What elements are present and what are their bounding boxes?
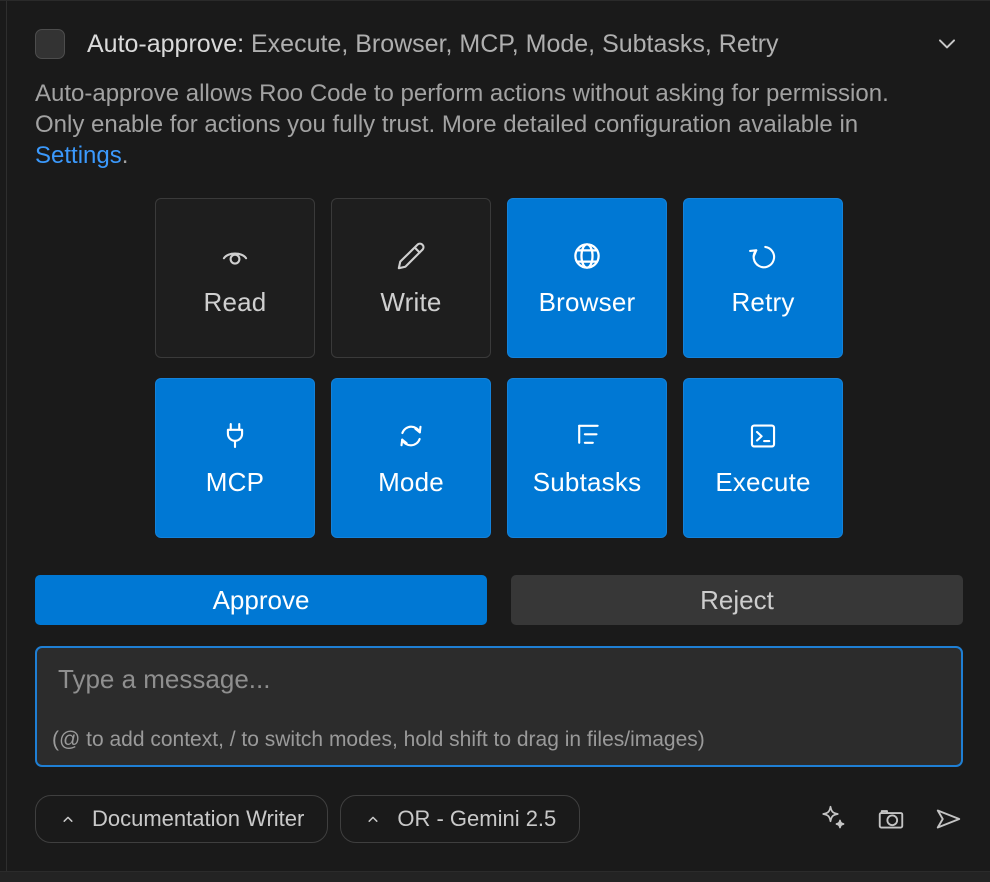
auto-approve-header[interactable]: Auto-approve: Execute, Browser, MCP, Mod… <box>35 29 963 59</box>
model-selector-label: OR - Gemini 2.5 <box>397 806 556 832</box>
auto-approve-summary: Execute, Browser, MCP, Mode, Subtasks, R… <box>244 30 778 58</box>
toggle-label: Execute <box>715 467 810 498</box>
toggle-label: Mode <box>378 467 444 498</box>
auto-approve-toggle-grid: Read Write Browser Retry MCP <box>155 198 843 538</box>
bottom-strip <box>0 871 990 882</box>
message-placeholder: Type a message... <box>58 664 270 695</box>
mode-selector[interactable]: Documentation Writer <box>35 795 328 843</box>
list-tree-icon <box>570 419 604 453</box>
toggle-label: Read <box>204 287 267 318</box>
toggle-mode[interactable]: Mode <box>331 378 491 538</box>
toggle-mcp[interactable]: MCP <box>155 378 315 538</box>
description-line: Auto-approve allows Roo Code to perform … <box>35 78 963 109</box>
message-hint: (@ to add context, / to switch modes, ho… <box>52 728 705 752</box>
plug-icon <box>218 419 252 453</box>
settings-link[interactable]: Settings <box>35 142 122 169</box>
globe-icon <box>570 239 604 273</box>
panel-left-edge <box>6 1 7 882</box>
settings-link-period: . <box>122 142 129 169</box>
pencil-icon <box>394 239 428 273</box>
toggle-retry[interactable]: Retry <box>683 198 843 358</box>
approve-button[interactable]: Approve <box>35 575 487 625</box>
camera-icon <box>876 804 906 834</box>
reject-button[interactable]: Reject <box>511 575 963 625</box>
auto-approve-label: Auto-approve: <box>87 30 244 58</box>
caret-up-icon <box>59 810 77 828</box>
enhance-prompt-button[interactable] <box>819 804 849 834</box>
auto-approve-panel: Auto-approve: Execute, Browser, MCP, Mod… <box>0 0 990 882</box>
footer-icons <box>819 804 963 834</box>
toggle-label: MCP <box>206 467 264 498</box>
chevron-down-icon[interactable] <box>934 31 960 57</box>
action-buttons: Approve Reject <box>35 575 963 625</box>
send-button[interactable] <box>933 804 963 834</box>
eye-icon <box>218 239 252 273</box>
message-input[interactable]: Type a message... (@ to add context, / t… <box>35 646 963 767</box>
sync-icon <box>394 419 428 453</box>
description-line: Settings. <box>35 140 963 171</box>
toggle-subtasks[interactable]: Subtasks <box>507 378 667 538</box>
caret-up-icon <box>364 810 382 828</box>
mode-selector-label: Documentation Writer <box>92 806 304 832</box>
sparkle-icon <box>819 804 849 834</box>
model-selector[interactable]: OR - Gemini 2.5 <box>340 795 580 843</box>
screenshot-button[interactable] <box>876 804 906 834</box>
send-icon <box>933 804 963 834</box>
toggle-execute[interactable]: Execute <box>683 378 843 538</box>
toggle-write[interactable]: Write <box>331 198 491 358</box>
auto-approve-checkbox[interactable] <box>35 29 65 59</box>
refresh-icon <box>746 239 780 273</box>
toggle-label: Write <box>380 287 441 318</box>
toggle-label: Browser <box>539 287 636 318</box>
chat-footer: Documentation Writer OR - Gemini 2.5 <box>35 795 963 843</box>
auto-approve-title: Auto-approve: Execute, Browser, MCP, Mod… <box>87 30 779 59</box>
terminal-icon <box>746 419 780 453</box>
toggle-label: Subtasks <box>533 467 642 498</box>
description-line: Only enable for actions you fully trust.… <box>35 109 963 140</box>
toggle-label: Retry <box>731 287 794 318</box>
toggle-browser[interactable]: Browser <box>507 198 667 358</box>
auto-approve-description: Auto-approve allows Roo Code to perform … <box>35 78 963 171</box>
toggle-read[interactable]: Read <box>155 198 315 358</box>
